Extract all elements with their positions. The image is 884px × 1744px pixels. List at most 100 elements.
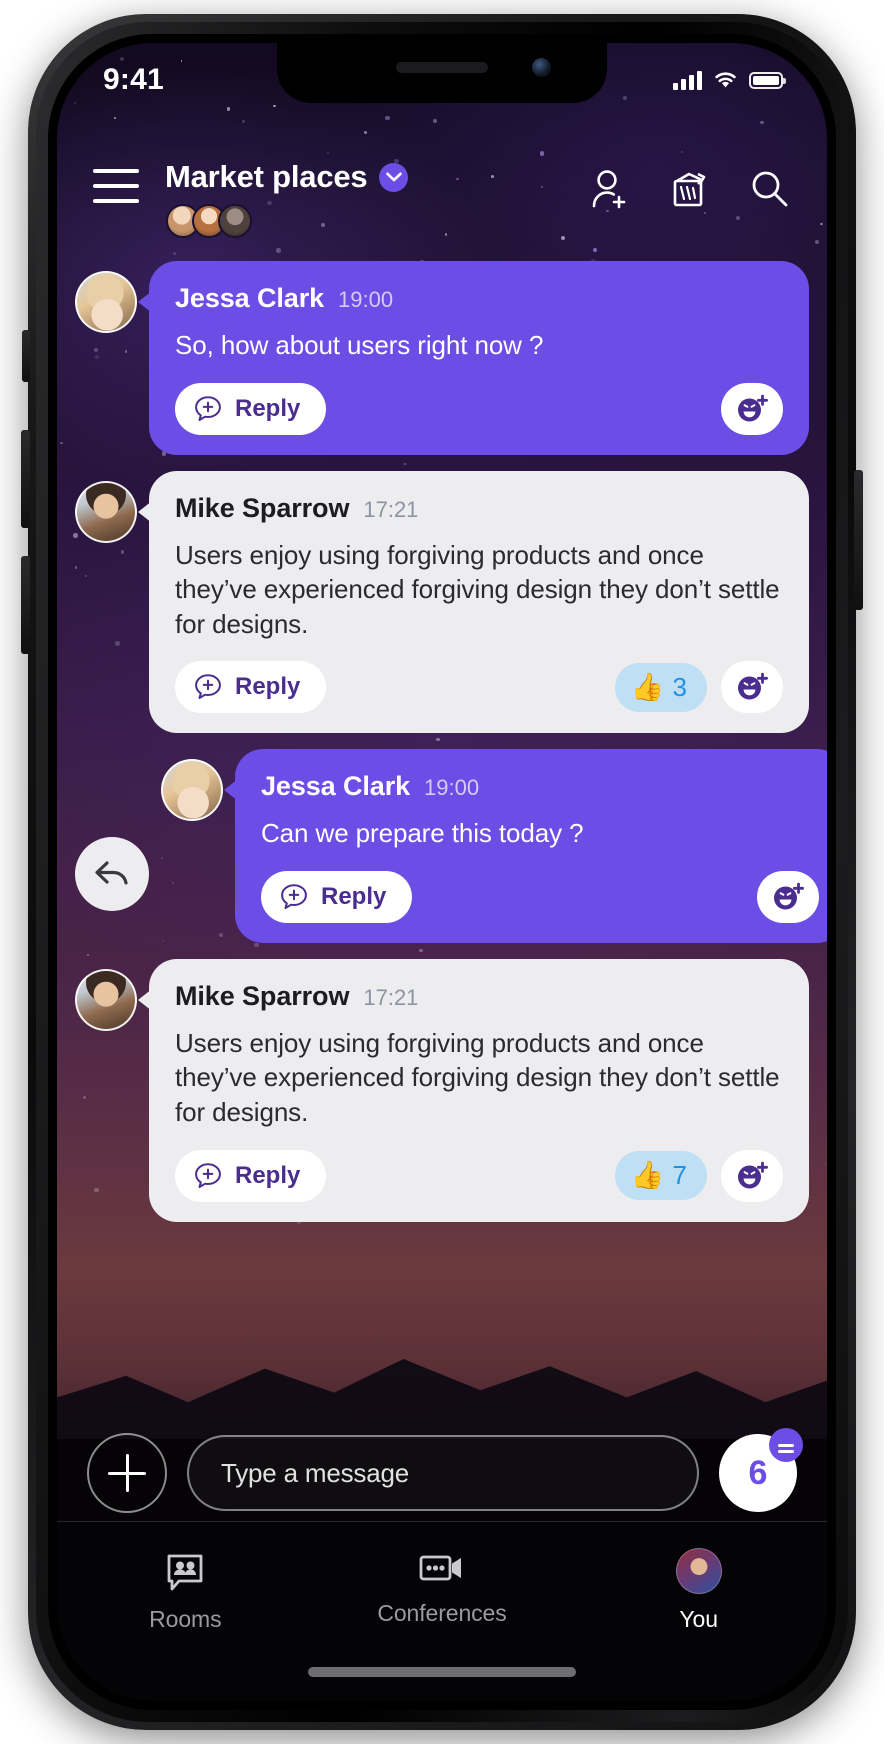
page-title: Market places <box>165 159 368 194</box>
add-reaction-icon <box>774 882 804 910</box>
reply-button[interactable]: Reply <box>175 1149 327 1202</box>
jessa-avatar[interactable] <box>161 759 223 822</box>
message-time: 19:00 <box>338 287 394 312</box>
tab-rooms[interactable]: Rooms <box>57 1548 314 1633</box>
mike-avatar[interactable] <box>75 968 137 1031</box>
thumbs-up-emoji: 👍 <box>630 671 665 702</box>
send-button-wrap: 6 <box>719 1428 803 1512</box>
message-bubble[interactable]: Jessa Clark 19:00 So, how about users ri… <box>138 261 809 455</box>
reply-bubble-plus-icon <box>195 674 221 700</box>
screenshot-stage: 9:41 Market places Jessa Clark 19:00 So,… <box>0 0 884 1744</box>
home-indicator[interactable] <box>308 1667 576 1677</box>
front-camera <box>532 58 551 77</box>
member-avatar-3 <box>218 204 252 238</box>
status-time: 9:41 <box>103 63 164 96</box>
tab-label: You <box>679 1606 718 1632</box>
message-row[interactable]: Mike Sparrow 17:21 Users enjoy using for… <box>57 958 827 1222</box>
video-camera-icon <box>419 1555 461 1581</box>
volume-up-button[interactable] <box>21 430 30 528</box>
message-row[interactable]: Jessa Clark 19:00 So, how about users ri… <box>57 261 827 455</box>
chevron-down-icon[interactable] <box>379 162 409 192</box>
add-reaction-button[interactable] <box>721 382 783 435</box>
bottom-tab-bar: Rooms Conferences You <box>57 1521 827 1701</box>
message-actions: Reply 👍 7 <box>175 1149 783 1202</box>
phone-screen: 9:41 Market places Jessa Clark 19:00 So,… <box>57 43 827 1701</box>
add-reaction-icon <box>738 673 768 700</box>
message-text: Can we prepare this today ? <box>261 818 584 849</box>
message-time: 17:21 <box>363 496 419 522</box>
reply-button-label: Reply <box>321 882 387 910</box>
jessa-avatar[interactable] <box>75 271 137 333</box>
message-author: Jessa Clark <box>261 771 411 802</box>
earpiece-speaker <box>396 62 488 73</box>
message-time: 19:00 <box>424 775 480 801</box>
reply-bubble-plus-icon <box>195 395 221 421</box>
reaction-chip[interactable]: 👍 3 <box>614 662 707 712</box>
message-bubble[interactable]: Jessa Clark 19:00 Can we prepare this to… <box>224 749 827 943</box>
power-button[interactable] <box>854 470 863 610</box>
message-header: Jessa Clark 19:00 <box>175 283 783 314</box>
member-facepile[interactable] <box>166 204 408 238</box>
tab-you[interactable]: You <box>570 1548 827 1633</box>
message-text: Users enjoy using forgiving products and… <box>175 1027 780 1128</box>
message-author: Jessa Clark <box>175 283 325 313</box>
room-title-row[interactable]: Market places <box>165 159 409 195</box>
message-actions: Reply 👍 3 <box>175 661 783 714</box>
header-actions <box>589 167 791 211</box>
thumbs-up-emoji: 👍 <box>630 1160 665 1191</box>
reply-arrow-icon <box>95 861 128 885</box>
add-reaction-icon <box>738 394 768 422</box>
message-list[interactable]: Jessa Clark 19:00 So, how about users ri… <box>57 261 827 1439</box>
message-header: Jessa Clark 19:00 <box>261 771 819 802</box>
message-row[interactable]: Jessa Clark 19:00 Can we prepare this to… <box>57 749 827 943</box>
message-header: Mike Sparrow 17:21 <box>175 981 783 1012</box>
reply-button[interactable]: Reply <box>261 870 413 923</box>
message-input-placeholder: Type a message <box>221 1457 409 1488</box>
swipe-reply-button[interactable] <box>75 837 149 912</box>
status-indicators <box>673 70 786 90</box>
add-reaction-button[interactable] <box>721 1149 783 1202</box>
send-count: 6 <box>748 1453 768 1492</box>
message-header: Mike Sparrow 17:21 <box>175 493 783 524</box>
wifi-icon <box>715 72 736 88</box>
add-reaction-button[interactable] <box>721 661 783 714</box>
hamburger-menu-icon[interactable] <box>93 169 141 203</box>
tab-label: Conferences <box>377 1600 507 1626</box>
reaction-count: 3 <box>672 671 687 702</box>
reply-button-label: Reply <box>235 394 301 422</box>
plus-icon[interactable] <box>87 1433 167 1513</box>
app-header: Market places <box>57 151 827 255</box>
add-person-icon[interactable] <box>589 168 629 210</box>
message-text: So, how about users right now ? <box>175 330 544 360</box>
message-bubble[interactable]: Mike Sparrow 17:21 Users enjoy using for… <box>138 958 809 1222</box>
message-text: Users enjoy using forgiving products and… <box>175 539 780 639</box>
message-author: Mike Sparrow <box>175 492 350 523</box>
volume-down-button[interactable] <box>21 556 30 654</box>
message-actions: Reply <box>261 870 819 923</box>
message-bubble[interactable]: Mike Sparrow 17:21 Users enjoy using for… <box>138 470 809 734</box>
room-title-block: Market places <box>165 159 409 238</box>
whiteboard-icon[interactable] <box>667 167 711 211</box>
reaction-count: 7 <box>672 1160 687 1191</box>
mute-switch[interactable] <box>22 330 30 382</box>
reaction-chip[interactable]: 👍 7 <box>614 1151 707 1201</box>
message-actions: Reply <box>175 382 783 435</box>
search-icon[interactable] <box>749 168 791 210</box>
add-reaction-button[interactable] <box>757 870 819 923</box>
mike-avatar[interactable] <box>75 480 137 543</box>
add-reaction-icon <box>738 1161 768 1189</box>
message-composer: Type a message 6 <box>57 1425 827 1521</box>
unread-messages-badge-icon <box>769 1428 803 1462</box>
reply-button[interactable]: Reply <box>175 661 327 714</box>
rooms-people-bubble-icon <box>167 1554 203 1591</box>
message-row[interactable]: Mike Sparrow 17:21 Users enjoy using for… <box>57 470 827 734</box>
reply-button[interactable]: Reply <box>175 382 327 435</box>
battery-full-icon <box>749 71 786 89</box>
reply-bubble-plus-icon <box>281 884 307 909</box>
reply-button-label: Reply <box>235 673 301 701</box>
device-notch <box>277 43 607 103</box>
tab-conferences[interactable]: Conferences <box>314 1548 571 1627</box>
message-input[interactable]: Type a message <box>187 1435 699 1511</box>
reply-button-label: Reply <box>235 1161 301 1189</box>
message-time: 17:21 <box>363 984 419 1010</box>
